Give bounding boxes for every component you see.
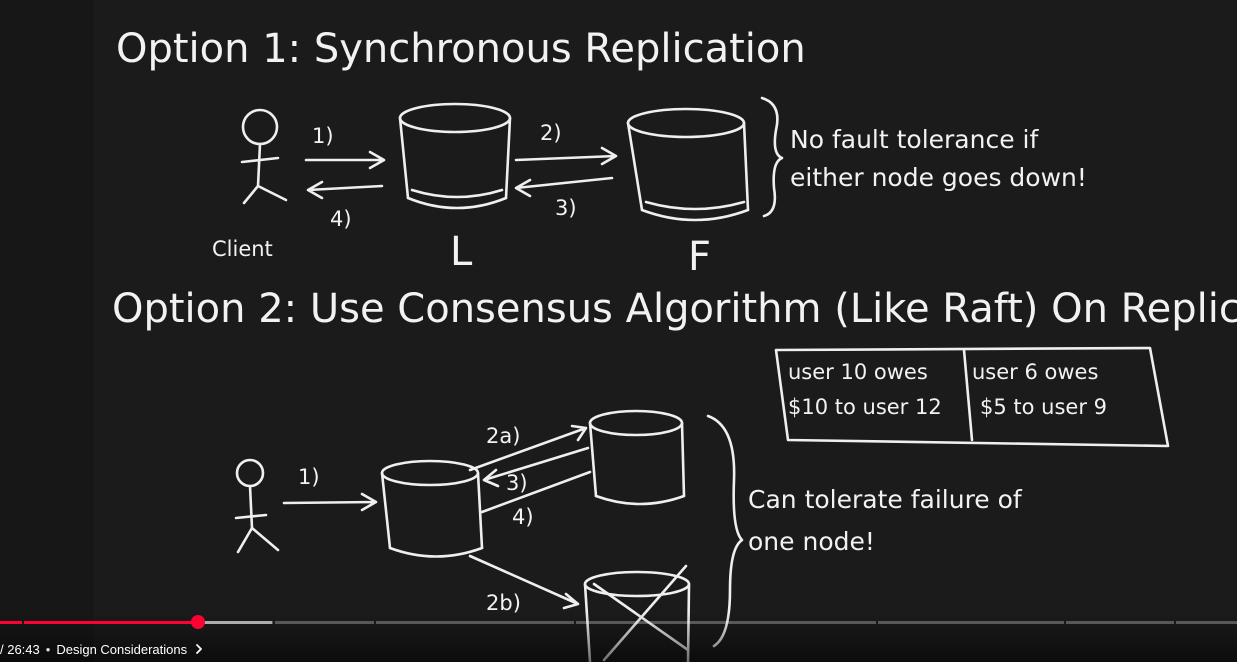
- client2-figure-icon: [234, 458, 280, 554]
- log-entry-1-line1: user 10 owes: [788, 360, 928, 384]
- leader-db-icon: [398, 102, 512, 210]
- chapter-marker: [22, 621, 24, 624]
- opt2-step1-label: 1): [298, 465, 320, 489]
- client-figure-icon: [240, 108, 288, 205]
- option2-title: Option 2: Use Consensus Algorithm (Like …: [112, 286, 1237, 332]
- opt2-arrow-3-icon: [482, 446, 590, 488]
- option2-note-line1: Can tolerate failure of: [748, 485, 1023, 514]
- option2-note-line2: one node!: [748, 527, 875, 556]
- step1-label: 1): [312, 124, 334, 148]
- opt2-arrow-4-icon: [480, 470, 592, 514]
- opt2-step3-label: 3): [506, 471, 528, 495]
- separator: •: [45, 641, 51, 657]
- chapter-marker: [273, 621, 275, 624]
- chapter-title: Design Considerations: [56, 641, 188, 657]
- step3-label: 3): [555, 196, 577, 220]
- step2-label: 2): [540, 121, 562, 145]
- chapter-marker: [374, 621, 376, 624]
- chapter-marker: [574, 621, 576, 624]
- client-label: Client: [212, 237, 273, 261]
- chapter-marker: [1064, 621, 1066, 624]
- option1-note-line2: either node goes down!: [790, 163, 1087, 192]
- whiteboard-drawing: Option 1: Synchronous Replication Client…: [112, 26, 1237, 662]
- step4-label: 4): [330, 207, 352, 231]
- log-entry-1-line2: $10 to user 12: [788, 395, 942, 419]
- log-entry-2-line2: $5 to user 9: [980, 395, 1107, 419]
- opt2-arrow-request-icon: [282, 492, 378, 512]
- chevron-right-icon: [196, 644, 203, 654]
- time-row: / 26:43 • Design Considerations: [0, 639, 205, 659]
- arrow-response-icon: [306, 180, 384, 200]
- progress-played: [0, 621, 198, 624]
- scrubber-handle[interactable]: [191, 615, 205, 629]
- brace-icon: [760, 96, 784, 218]
- opt2-step4-label: 4): [512, 505, 534, 529]
- option1-note-line1: No fault tolerance if: [790, 125, 1039, 154]
- opt2-step2a-label: 2a): [486, 424, 520, 448]
- chapter-marker: [1174, 621, 1176, 624]
- arrow-replicate-icon: [514, 146, 618, 166]
- arrow-request-icon: [304, 150, 386, 170]
- chapter-marker: [876, 621, 878, 624]
- log-entry-2-line1: user 6 owes: [972, 360, 1098, 384]
- opt2-follower-a-db-icon: [588, 409, 686, 506]
- opt2-leader-db-icon: [380, 459, 484, 558]
- follower-label: F: [688, 234, 711, 280]
- chapter-button[interactable]: Design Considerations: [56, 642, 205, 657]
- follower-db-icon: [626, 107, 750, 222]
- leader-label: L: [450, 229, 473, 275]
- video-player[interactable]: Option 1: Synchronous Replication Client…: [0, 0, 1237, 662]
- arrow-ack-icon: [514, 176, 614, 198]
- time-display: / 26:43: [0, 641, 40, 657]
- option1-title: Option 1: Synchronous Replication: [116, 26, 806, 72]
